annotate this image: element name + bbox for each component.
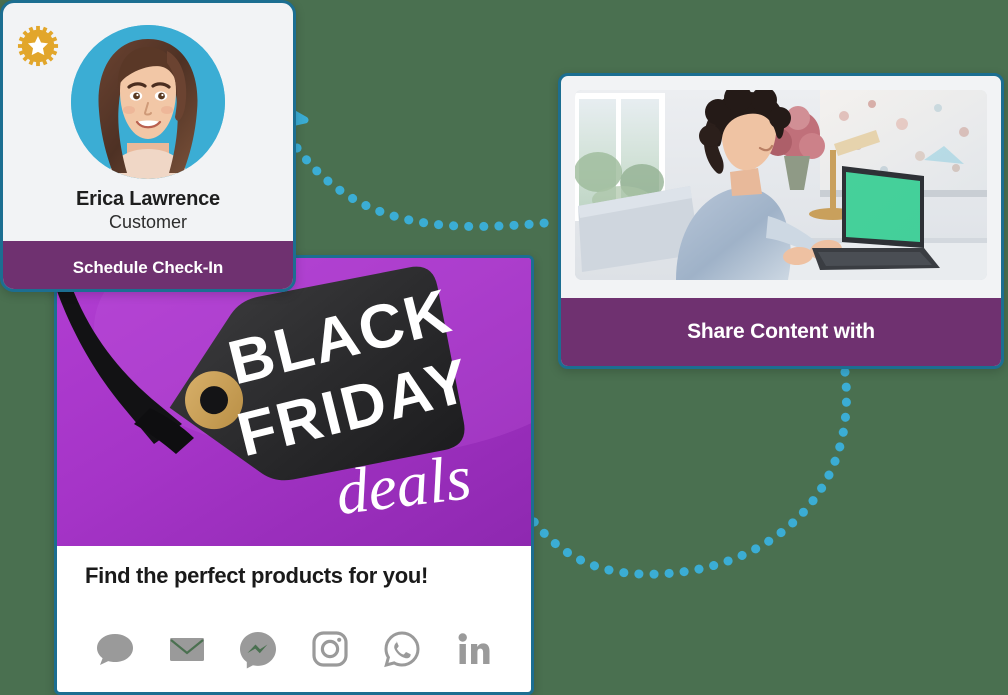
profile-role: Customer xyxy=(108,212,188,232)
email-envelope-icon[interactable] xyxy=(151,629,223,669)
social-share-bar[interactable] xyxy=(57,606,531,692)
whatsapp-icon[interactable] xyxy=(366,629,438,669)
instagram-icon[interactable] xyxy=(294,629,366,669)
customer-profile-card[interactable]: Erica Lawrence Customer Schedule Check-I… xyxy=(0,0,296,292)
price-tag-illustration: BLACK FRIDAY deals xyxy=(57,258,531,546)
profile-name: Erica Lawrence xyxy=(76,188,220,210)
messenger-icon[interactable] xyxy=(222,629,294,669)
black-friday-caption: Find the perfect products for you! xyxy=(57,546,531,606)
profile-card-body: Erica Lawrence Customer xyxy=(3,3,293,241)
cursor-to-share-card-path xyxy=(292,143,561,231)
share-photo-container xyxy=(561,76,1001,290)
linkedin-icon[interactable] xyxy=(437,629,509,669)
share-card-to-blackfriday-path xyxy=(500,367,851,579)
black-friday-hero-image: BLACK FRIDAY deals xyxy=(57,258,531,546)
woman-avatar-illustration xyxy=(71,25,225,179)
black-friday-promo-card[interactable]: BLACK FRIDAY deals Find the perfect prod… xyxy=(54,255,534,695)
composition-stage: BLACK FRIDAY deals Find the perfect prod… xyxy=(0,0,1008,695)
woman-working-at-laptop-photo xyxy=(575,90,987,280)
gold-star-badge-icon xyxy=(17,25,59,67)
avatar xyxy=(71,25,225,179)
schedule-check-in-button[interactable]: Schedule Check-In xyxy=(3,241,293,289)
share-content-action[interactable]: Share Content with xyxy=(561,298,1001,366)
photo-illustration xyxy=(575,90,987,280)
share-content-card[interactable]: Share Content with xyxy=(558,73,1004,369)
chat-bubble-icon[interactable] xyxy=(79,629,151,669)
